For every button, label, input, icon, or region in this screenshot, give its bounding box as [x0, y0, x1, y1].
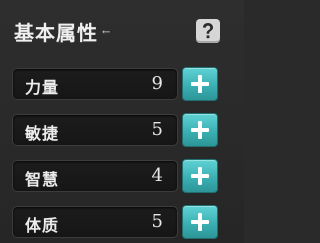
attribute-row-strength: 力量 9: [12, 68, 178, 100]
attribute-value: 4: [151, 165, 163, 186]
page-title: 基本属性: [14, 20, 98, 45]
attribute-label: 敏捷: [25, 124, 60, 143]
add-agility-button[interactable]: [182, 113, 218, 147]
attribute-label: 力量: [25, 78, 60, 97]
question-mark-icon: [203, 23, 213, 39]
attribute-row-wisdom: 智慧 4: [12, 160, 178, 192]
attribute-row-constitution: 体质 5: [12, 206, 178, 238]
attribute-value: 9: [151, 73, 163, 94]
attribute-row-agility: 敏捷 5: [12, 114, 178, 146]
arrow-left-icon: ←: [102, 26, 111, 38]
attribute-label: 体质: [25, 216, 60, 235]
attribute-value: 5: [151, 119, 163, 140]
add-strength-button[interactable]: [182, 67, 218, 101]
help-button[interactable]: [196, 19, 220, 43]
add-constitution-button[interactable]: [182, 205, 218, 239]
attribute-value: 5: [151, 211, 163, 232]
attributes-panel: 基本属性 ← 力量 9 敏捷 5 智慧 4 体质 5: [0, 0, 244, 243]
panel-header: 基本属性 ←: [14, 14, 110, 48]
add-wisdom-button[interactable]: [182, 159, 218, 193]
attribute-label: 智慧: [25, 170, 60, 189]
